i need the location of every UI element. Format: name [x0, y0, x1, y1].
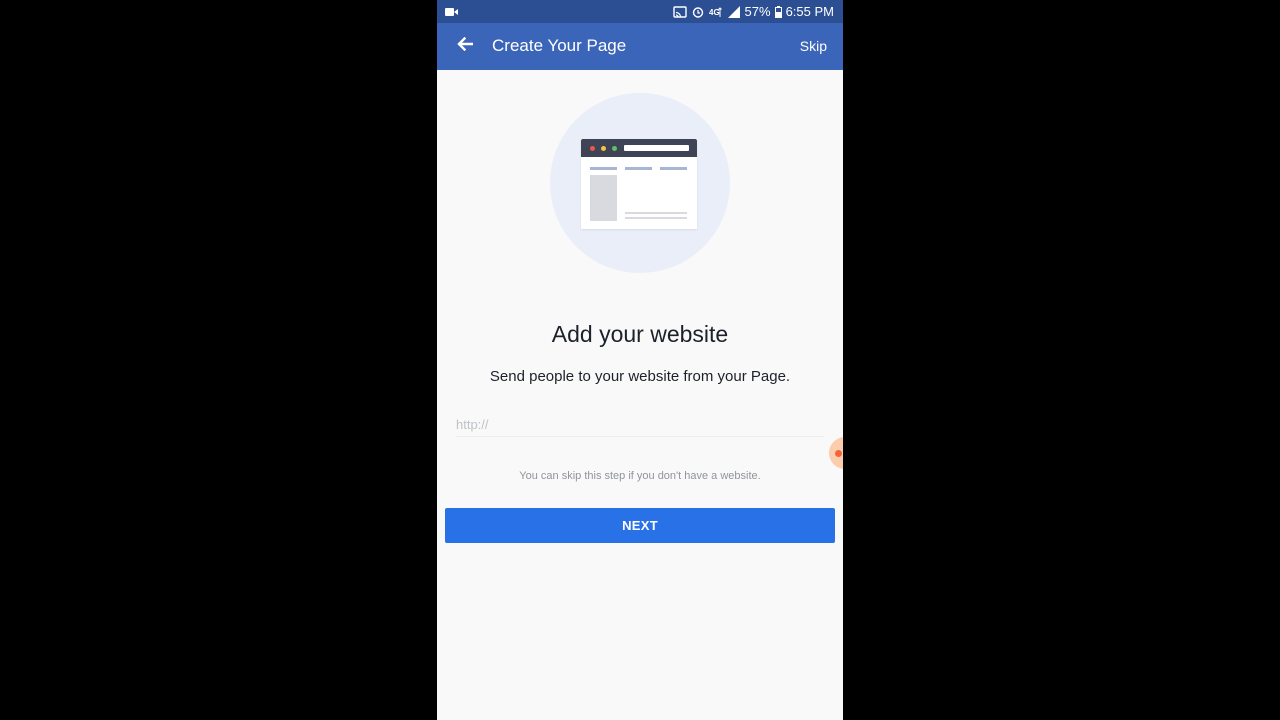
4g-lte-icon: 4G [709, 6, 723, 18]
headline: Add your website [551, 321, 729, 347]
nav-line [590, 167, 617, 170]
maximize-dot [612, 146, 617, 151]
status-bar: 4G 57% 6:55 PM [437, 0, 843, 23]
alarm-icon [691, 6, 705, 18]
battery-icon [774, 5, 782, 18]
back-button[interactable] [453, 34, 477, 58]
subtitle: Send people to your website from your Pa… [489, 368, 791, 385]
skip-button[interactable]: Skip [800, 38, 827, 54]
battery-percent: 57% [744, 4, 771, 19]
next-button[interactable]: NEXT [445, 508, 835, 543]
nav-line [625, 167, 652, 170]
video-camera-icon [445, 5, 458, 16]
touch-indicator [829, 437, 843, 469]
browser-title-bar [581, 139, 697, 157]
phone-screen: 4G 57% 6:55 PM Create Your Page Skip Add… [437, 0, 843, 720]
content-line [625, 217, 687, 219]
close-dot [590, 146, 595, 151]
sidebar-block [590, 175, 617, 221]
address-bar-shape [624, 145, 689, 151]
svg-text:4G: 4G [709, 8, 720, 17]
website-url-input[interactable] [456, 412, 824, 437]
status-time: 6:55 PM [785, 4, 834, 19]
arrow-left-icon [457, 36, 474, 56]
page-title: Create Your Page [492, 36, 627, 55]
cast-icon [672, 5, 687, 18]
skip-hint: You can skip this step if you don't have… [519, 470, 761, 482]
touch-point [835, 450, 842, 457]
nav-line [660, 167, 687, 170]
content-line [625, 212, 687, 214]
minimize-dot [601, 146, 606, 151]
app-bar: Create Your Page Skip [437, 23, 843, 70]
browser-window-icon [581, 139, 697, 229]
browser-window-illustration [550, 93, 730, 273]
signal-icon [727, 5, 741, 18]
status-icons: 4G 57% 6:55 PM [672, 3, 834, 20]
